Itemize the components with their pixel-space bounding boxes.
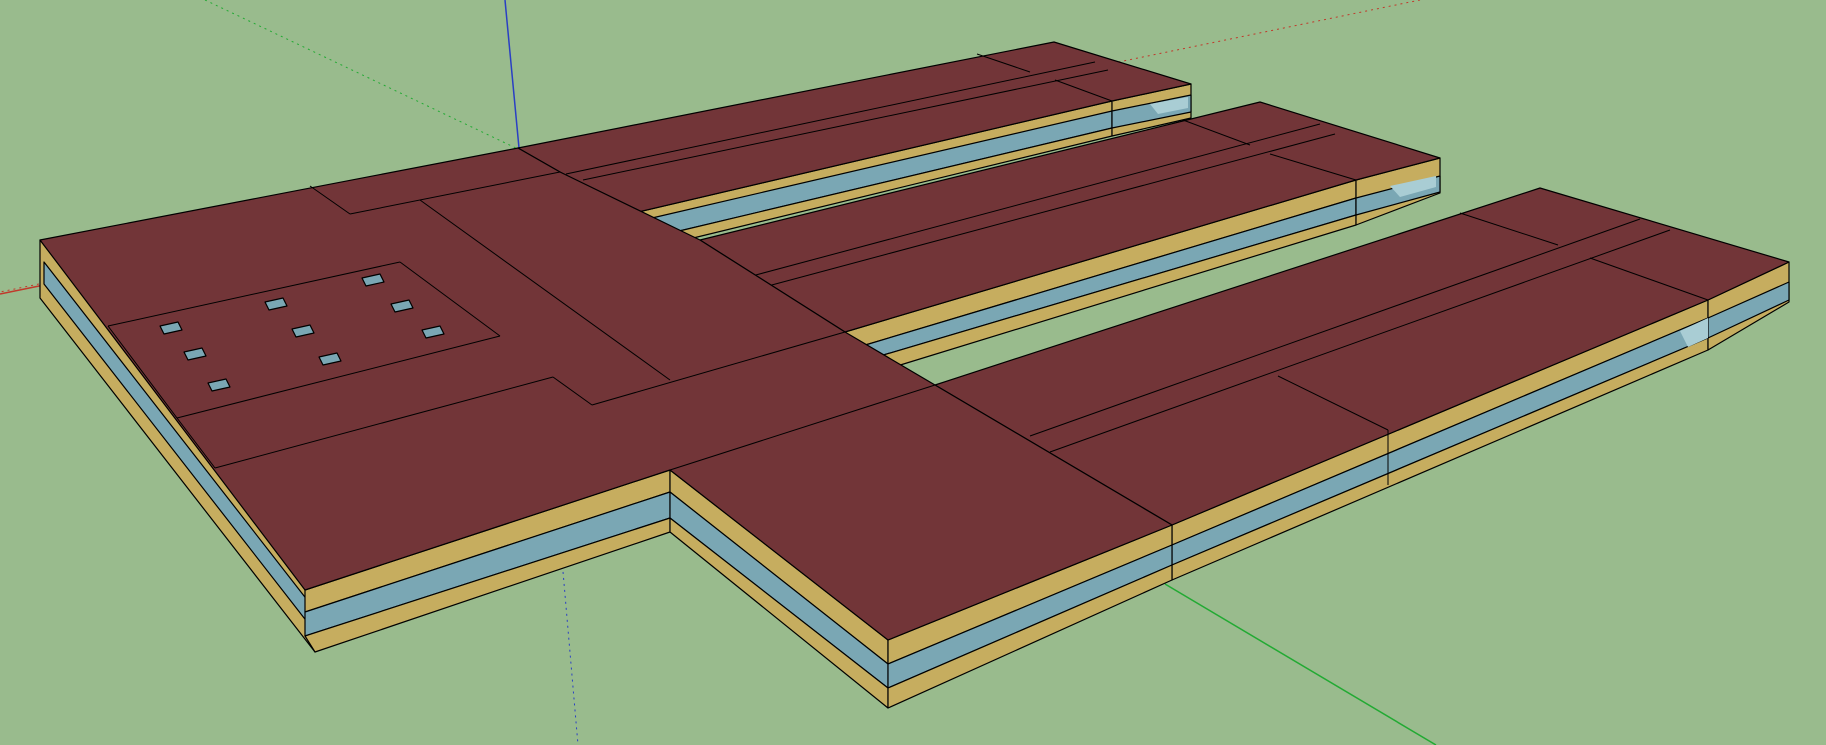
3d-model-viewport[interactable]: [0, 0, 1826, 745]
model-canvas[interactable]: [0, 0, 1826, 745]
